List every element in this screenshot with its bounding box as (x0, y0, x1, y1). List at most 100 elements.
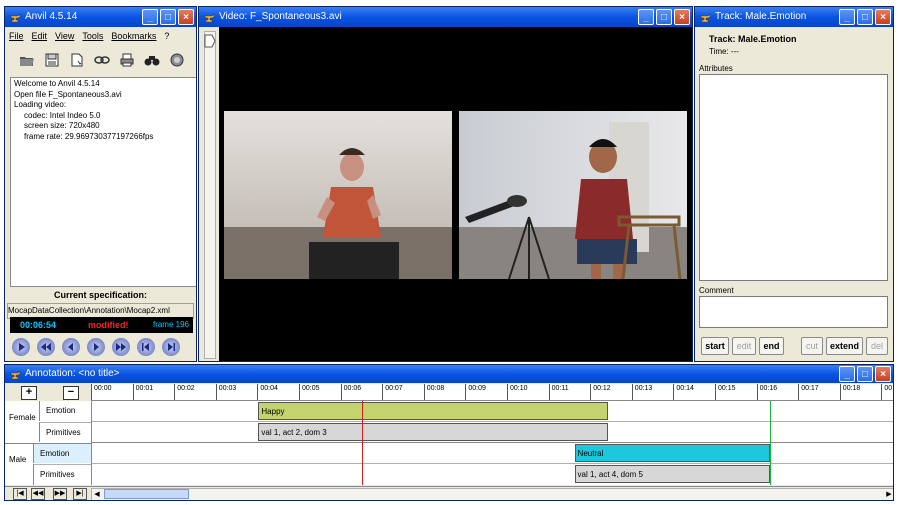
nav-prev-icon[interactable]: ◀◀ (31, 488, 45, 500)
scroll-thumb[interactable] (104, 489, 189, 499)
cut-button[interactable]: cut (801, 337, 823, 355)
track-label-male-emotion[interactable]: Emotion (33, 443, 91, 463)
end-button[interactable]: end (759, 337, 784, 355)
log-line: screen size: 720x480 (24, 121, 100, 130)
track-divider (92, 463, 893, 464)
track-label-female-primitives[interactable]: Primitives (39, 422, 91, 442)
ruler-tick: 00:02 (174, 384, 195, 400)
menu-tools[interactable]: Tools (82, 28, 103, 44)
track-divider (92, 421, 893, 422)
skip-start-icon[interactable] (137, 338, 155, 356)
nav-last-icon[interactable]: ▶| (73, 488, 87, 500)
close-button[interactable]: × (674, 9, 690, 25)
time-ruler[interactable]: 00:00 00:01 00:02 00:03 00:04 00:05 00:06 00:07… (91, 384, 893, 401)
link-icon[interactable] (94, 52, 110, 68)
nav-next-icon[interactable]: ▶▶ (53, 488, 67, 500)
main-window-titlebar[interactable]: Anvil 4.5.14 _ □ × (5, 7, 196, 27)
annotation-element[interactable]: val 1, act 2, dom 3 (258, 423, 608, 441)
ruler-tick: 00:13 (631, 384, 652, 400)
start-button[interactable]: start (701, 337, 729, 355)
menu-edit[interactable]: Edit (32, 28, 48, 44)
main-window-title: Anvil 4.5.14 (25, 11, 78, 22)
skip-end-icon[interactable] (162, 338, 180, 356)
marker-line (770, 401, 772, 485)
delete-button[interactable]: del (866, 337, 888, 355)
track-label-male-primitives[interactable]: Primitives (33, 464, 91, 485)
fast-forward-icon[interactable] (112, 338, 130, 356)
annotation-element[interactable]: Neutral (574, 444, 771, 462)
comment-field[interactable] (699, 296, 888, 328)
ruler-tick: 00:01 (132, 384, 153, 400)
edit-button[interactable]: edit (732, 337, 756, 355)
annotation-window: Annotation: <no title> _ □ × + − 00:00 00… (4, 364, 894, 501)
globe-icon[interactable] (169, 52, 185, 68)
binoculars-icon[interactable] (144, 52, 160, 68)
ruler-tick: 00:11 (548, 384, 569, 400)
ruler-tick: 00:09 (465, 384, 486, 400)
open-folder-icon[interactable] (19, 52, 35, 68)
close-button[interactable]: × (178, 9, 194, 25)
annotation-window-titlebar[interactable]: Annotation: <no title> _ □ × (5, 365, 893, 383)
close-button[interactable]: × (875, 9, 891, 25)
annotation-element[interactable]: val 1, act 4, dom 5 (574, 465, 771, 483)
track-label-area: Female Emotion Primitives Male Emotion P… (5, 401, 92, 485)
minimize-button[interactable]: _ (142, 9, 158, 25)
menu-file[interactable]: File (9, 28, 24, 44)
menu-view[interactable]: View (55, 28, 74, 44)
group-label-female: Female (9, 413, 36, 422)
zoom-in-button[interactable]: + (21, 386, 37, 400)
zoom-out-button[interactable]: − (63, 386, 79, 400)
track-label-female-emotion[interactable]: Emotion (39, 401, 91, 421)
video-slider-track[interactable] (204, 31, 216, 359)
nav-first-icon[interactable]: |◀ (13, 488, 27, 500)
video-window: Video: F_Spontaneous3.avi _ □ × (198, 6, 693, 362)
ruler-tick: 00:00 (91, 384, 112, 400)
minimize-button[interactable]: _ (638, 9, 654, 25)
minimize-button[interactable]: _ (839, 366, 855, 382)
ruler-tick: 00:15 (715, 384, 736, 400)
track-area[interactable]: Happy val 1, act 2, dom 3 Neutral val 1, ac… (92, 401, 893, 485)
anvil-icon (203, 13, 215, 23)
scroll-right-icon[interactable]: ▶ (884, 489, 893, 500)
timecode: 00:06:54 (20, 320, 57, 330)
extend-button[interactable]: extend (826, 337, 863, 355)
attributes-panel[interactable] (699, 74, 888, 281)
video-frame (219, 27, 692, 361)
log-line: frame rate: 29.969730377197266fps (24, 131, 154, 141)
maximize-button[interactable]: □ (656, 9, 672, 25)
video-image (224, 111, 687, 280)
ruler-tick: 00:18 (839, 384, 860, 400)
menu-help[interactable]: ? (164, 28, 169, 44)
video-slider-thumb[interactable] (204, 34, 216, 48)
rewind-icon[interactable] (37, 338, 55, 356)
group-divider (5, 443, 91, 444)
step-forward-icon[interactable] (87, 338, 105, 356)
close-button[interactable]: × (875, 366, 891, 382)
maximize-button[interactable]: □ (857, 9, 873, 25)
annotation-element[interactable]: Happy (258, 402, 608, 420)
track-window: Track: Male.Emotion _ □ × Track: Male.Em… (694, 6, 894, 362)
save-icon[interactable] (44, 52, 60, 68)
scroll-left-icon[interactable]: ◀ (92, 489, 102, 500)
step-back-icon[interactable] (62, 338, 80, 356)
play-icon[interactable] (12, 338, 30, 356)
print-icon[interactable] (119, 52, 135, 68)
anvil-icon (699, 13, 711, 23)
timecode-display: 00:06:54 modified! frame 196 (10, 317, 193, 333)
track-window-titlebar[interactable]: Track: Male.Emotion _ □ × (695, 7, 893, 27)
minimize-button[interactable]: _ (839, 9, 855, 25)
horizontal-scrollbar[interactable]: ◀ ▶ (91, 488, 893, 500)
log-line: codec: Intel Indeo 5.0 (24, 110, 101, 120)
video-window-titlebar[interactable]: Video: F_Spontaneous3.avi _ □ × (199, 7, 692, 27)
main-window: Anvil 4.5.14 _ □ × File Edit View Tools … (4, 6, 197, 362)
group-label-male: Male (9, 455, 27, 464)
ruler-tick: 00:08 (423, 384, 444, 400)
video-window-title: Video: F_Spontaneous3.avi (219, 11, 342, 22)
log-area: Welcome to Anvil 4.5.14 Open file F_Spon… (10, 77, 196, 287)
ruler-tick: 00:03 (215, 384, 236, 400)
new-document-icon[interactable] (69, 52, 85, 68)
menu-bookmarks[interactable]: Bookmarks (111, 28, 156, 44)
maximize-button[interactable]: □ (160, 9, 176, 25)
maximize-button[interactable]: □ (857, 366, 873, 382)
playback-cursor[interactable] (362, 401, 364, 485)
